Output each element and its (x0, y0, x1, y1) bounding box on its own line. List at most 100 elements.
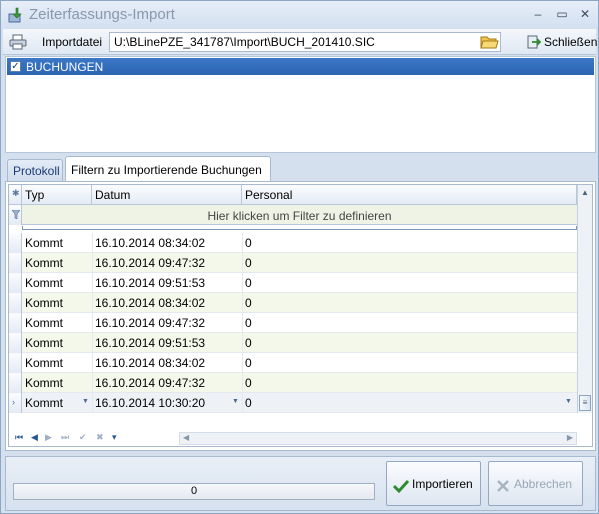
next-record-icon[interactable]: ▶ (45, 432, 52, 443)
cell-typ[interactable]: Kommt (25, 356, 63, 370)
table-tree: ✓ BUCHUNGEN (5, 56, 596, 153)
previous-record-icon[interactable]: ◀ (31, 432, 38, 443)
cell-personal[interactable]: 0 (245, 356, 252, 370)
row-indicator[interactable] (9, 293, 22, 313)
cell-typ-editor[interactable]: Kommt (25, 396, 63, 410)
cancel-button[interactable]: Abbrechen (488, 461, 583, 506)
table-row[interactable]: Kommt 16.10.2014 08:34:02 0 (9, 353, 577, 373)
cell-personal[interactable]: 0 (245, 256, 252, 270)
table-row[interactable]: Kommt 16.10.2014 09:47:32 0 (9, 253, 577, 273)
table-row[interactable]: Kommt 16.10.2014 09:47:32 0 (9, 373, 577, 393)
row-indicator[interactable] (9, 373, 22, 393)
scroll-up-icon[interactable]: ▲ (581, 188, 589, 197)
cancel-edit-icon[interactable]: ✖ (96, 432, 104, 443)
tab-bar: Protokoll Filtern zu Importierende Buchu… (5, 154, 596, 182)
cell-personal[interactable]: 0 (245, 276, 252, 290)
exit-icon (527, 35, 541, 49)
bookings-grid: ✱ Typ Datum Personal Hier klicken um Fil… (8, 184, 593, 447)
tree-item-label: BUCHUNGEN (26, 60, 104, 74)
current-row[interactable]: › Kommt ▼ 16.10.2014 10:30:20 ▼ 0 ▼ (9, 393, 577, 413)
close-window-button[interactable]: ✕ (574, 5, 596, 23)
cell-datum[interactable]: 16.10.2014 09:51:53 (95, 276, 205, 290)
close-button[interactable]: Schließen (523, 33, 598, 51)
import-file-path-input[interactable] (109, 32, 501, 52)
grid-rows: Kommt 16.10.2014 08:34:02 0 Kommt 16.10.201… (9, 233, 577, 413)
table-row[interactable]: Kommt 16.10.2014 08:34:02 0 (9, 293, 577, 313)
close-button-label: Schließen (544, 35, 598, 49)
horizontal-scrollbar[interactable]: ◀ ▶ (179, 432, 577, 445)
row-indicator[interactable] (9, 333, 22, 353)
cell-personal[interactable]: 0 (245, 296, 252, 310)
title-bar[interactable]: Zeiterfassungs-Import – ▭ ✕ (1, 1, 598, 29)
tree-item-checkbox[interactable]: ✓ (10, 61, 21, 72)
cell-personal-editor[interactable]: 0 (245, 396, 252, 410)
folder-open-icon[interactable] (479, 33, 499, 51)
cell-typ[interactable]: Kommt (25, 376, 63, 390)
grid-navigator: ⏮ ◀ ▶ ⏭ ✔ ✖ ▾ ◀ ▶ (9, 431, 592, 446)
tab-protokoll[interactable]: Protokoll (7, 159, 63, 182)
current-row-arrow-icon: › (12, 397, 15, 407)
asterisk-icon: ✱ (12, 188, 20, 198)
filter-row[interactable]: Hier klicken um Filter zu definieren (9, 205, 577, 225)
printer-icon[interactable] (9, 34, 27, 50)
row-indicator[interactable]: › (9, 393, 22, 413)
scroll-left-icon[interactable]: ◀ (183, 433, 189, 442)
import-button[interactable]: Importieren (386, 461, 481, 506)
cell-datum[interactable]: 16.10.2014 08:34:02 (95, 296, 205, 310)
toolbar: Importdatei Schließen (3, 29, 598, 55)
post-edit-icon[interactable]: ✔ (79, 432, 87, 443)
table-row[interactable]: Kommt 16.10.2014 09:47:32 0 (9, 313, 577, 333)
datum-dropdown-arrow-icon[interactable]: ▼ (232, 398, 239, 405)
grid-group-separator (22, 226, 577, 230)
row-indicator[interactable] (9, 253, 22, 273)
cell-datum[interactable]: 16.10.2014 09:47:32 (95, 376, 205, 390)
cell-personal[interactable]: 0 (245, 336, 252, 350)
scroll-right-icon[interactable]: ▶ (567, 433, 573, 442)
tree-item-buchungen[interactable]: ✓ BUCHUNGEN (7, 58, 594, 75)
row-indicator[interactable] (9, 233, 22, 253)
cell-typ[interactable]: Kommt (25, 236, 63, 250)
filter-hint: Hier klicken um Filter zu definieren (207, 209, 392, 223)
cell-datum[interactable]: 16.10.2014 08:34:02 (95, 236, 205, 250)
cancel-button-label: Abbrechen (514, 477, 573, 491)
cell-datum-editor[interactable]: 16.10.2014 10:30:20 (95, 396, 205, 410)
import-button-label: Importieren (412, 477, 473, 491)
typ-dropdown-arrow-icon[interactable]: ▼ (82, 398, 89, 405)
cell-typ[interactable]: Kommt (25, 336, 63, 350)
maximize-button[interactable]: ▭ (551, 5, 573, 23)
vertical-scrollbar[interactable]: ▲ ≡ (577, 185, 592, 413)
cell-personal[interactable]: 0 (245, 376, 252, 390)
import-file-label: Importdatei (42, 35, 103, 49)
cell-personal[interactable]: 0 (245, 316, 252, 330)
last-record-icon[interactable]: ⏭ (61, 432, 69, 443)
cell-datum[interactable]: 16.10.2014 09:47:32 (95, 256, 205, 270)
minimize-button[interactable]: – (527, 5, 549, 23)
table-row[interactable]: Kommt 16.10.2014 08:34:02 0 (9, 233, 577, 253)
cancel-x-icon (497, 480, 509, 492)
filter-icon[interactable]: ▾ (112, 432, 117, 443)
table-row[interactable]: Kommt 16.10.2014 09:51:53 0 (9, 273, 577, 293)
tab-filtern[interactable]: Filtern zu Importierende Buchungen (65, 156, 271, 182)
cell-datum[interactable]: 16.10.2014 08:34:02 (95, 356, 205, 370)
column-header-personal[interactable]: Personal (242, 185, 577, 205)
cell-personal[interactable]: 0 (245, 236, 252, 250)
first-record-icon[interactable]: ⏮ (15, 432, 23, 443)
cell-datum[interactable]: 16.10.2014 09:47:32 (95, 316, 205, 330)
scroll-thumb[interactable]: ≡ (579, 395, 591, 411)
row-indicator[interactable] (9, 353, 22, 373)
grid-corner[interactable]: ✱ (9, 185, 22, 205)
cell-typ[interactable]: Kommt (25, 316, 63, 330)
cell-typ[interactable]: Kommt (25, 276, 63, 290)
cell-datum[interactable]: 16.10.2014 09:51:53 (95, 336, 205, 350)
cell-typ[interactable]: Kommt (25, 256, 63, 270)
grid-panel: ✱ Typ Datum Personal Hier klicken um Fil… (5, 181, 596, 451)
column-header-datum[interactable]: Datum (92, 185, 242, 205)
progress-bar: 0 (13, 483, 375, 500)
cell-typ[interactable]: Kommt (25, 296, 63, 310)
column-header-typ[interactable]: Typ (22, 185, 92, 205)
row-indicator[interactable] (9, 313, 22, 333)
personal-dropdown-arrow-icon[interactable]: ▼ (565, 398, 572, 405)
footer-panel: 0 Importieren Abbrechen (5, 456, 596, 511)
table-row[interactable]: Kommt 16.10.2014 09:51:53 0 (9, 333, 577, 353)
row-indicator[interactable] (9, 273, 22, 293)
